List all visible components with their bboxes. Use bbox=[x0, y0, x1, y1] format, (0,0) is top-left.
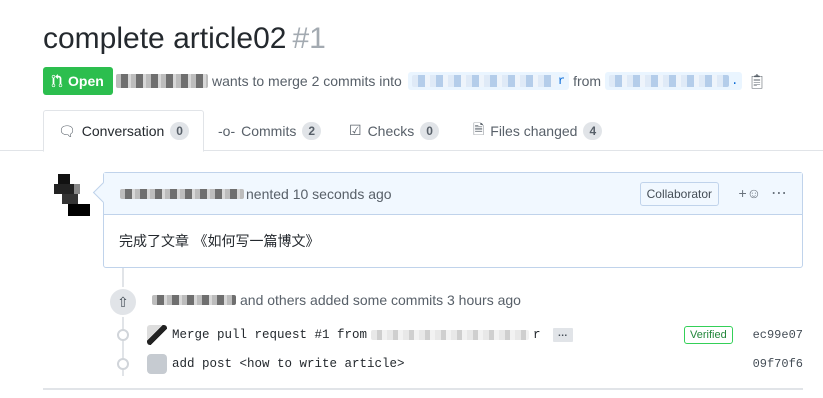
commits-added-text: and others added some commits 3 hours ag… bbox=[240, 292, 521, 308]
base-branch-ref[interactable]: r bbox=[407, 72, 570, 90]
commenter-name-redacted[interactable] bbox=[120, 188, 244, 199]
tab-commits-count: 2 bbox=[302, 121, 322, 140]
divider bbox=[43, 388, 803, 390]
pr-state-badge: Open bbox=[43, 67, 113, 95]
tab-conversation-count: 0 bbox=[170, 122, 189, 140]
github-avatar-icon[interactable] bbox=[147, 354, 167, 374]
commit-row: add post <how to write article> 09f70f6 bbox=[0, 351, 823, 377]
tab-checks-label: Checks bbox=[367, 122, 415, 139]
pr-title: complete article02 #1 bbox=[43, 22, 326, 56]
comment-discussion-icon: 🗨︎ bbox=[58, 122, 76, 139]
pr-state-label: Open bbox=[68, 73, 104, 89]
commits-added-event: and others added some commits 3 hours ag… bbox=[152, 292, 521, 308]
pr-number: #1 bbox=[292, 22, 326, 55]
commit-dot-icon bbox=[117, 358, 129, 370]
pr-merge-summary: wants to merge 2 commits into r from . 📋… bbox=[116, 68, 766, 94]
head-branch-ref[interactable]: . bbox=[605, 72, 743, 90]
tab-commits[interactable]: -o- Commits 2 bbox=[204, 110, 335, 151]
tab-files-changed[interactable]: 🗎︎ Files changed 4 bbox=[459, 110, 616, 151]
kebab-menu-icon[interactable]: ⋯ bbox=[771, 183, 788, 203]
clipboard-icon[interactable]: 📋︎ bbox=[748, 73, 766, 90]
commit-sha[interactable]: 09f70f6 bbox=[753, 357, 803, 371]
add-reaction-icon[interactable]: +☺ bbox=[739, 185, 761, 201]
commit-sha[interactable]: ec99e07 bbox=[753, 328, 803, 342]
file-diff-icon: 🗎︎ bbox=[473, 120, 485, 137]
tab-commits-label: Commits bbox=[241, 122, 297, 139]
expand-commit-button[interactable]: … bbox=[552, 328, 573, 342]
tab-conversation[interactable]: 🗨︎ Conversation 0 bbox=[43, 110, 204, 152]
avatar[interactable] bbox=[147, 325, 167, 345]
avatar[interactable] bbox=[50, 174, 90, 216]
verified-badge[interactable]: Verified bbox=[684, 326, 733, 344]
commit-source-tail: r bbox=[533, 328, 541, 342]
commit-dot-icon bbox=[117, 329, 129, 341]
base-branch-tail: r bbox=[557, 74, 566, 88]
comment-timestamp[interactable]: nented 10 seconds ago bbox=[246, 186, 392, 202]
pr-title-text: complete article02 bbox=[43, 22, 287, 55]
pr-tabs: 🗨︎ Conversation 0 -o- Commits 2 ☑ Checks… bbox=[0, 110, 823, 152]
comment-body: 完成了文章 《如何写一篇博文》 bbox=[119, 234, 320, 250]
commit-row: Merge pull request #1 from r … Verified … bbox=[0, 322, 823, 348]
tab-conversation-label: Conversation bbox=[81, 123, 165, 139]
from-word: from bbox=[573, 73, 602, 89]
tab-files-changed-label: Files changed bbox=[490, 122, 578, 139]
event-author-redacted[interactable] bbox=[152, 295, 236, 305]
collaborator-badge: Collaborator bbox=[639, 182, 719, 206]
tab-checks[interactable]: ☑ Checks 0 bbox=[335, 110, 453, 151]
checklist-icon: ☑ bbox=[349, 122, 362, 138]
merge-text: wants to merge 2 commits into bbox=[212, 73, 402, 89]
commit-source-redacted bbox=[371, 330, 530, 340]
tab-checks-count: 0 bbox=[420, 121, 439, 140]
author-name-redacted[interactable] bbox=[116, 74, 208, 88]
tab-files-changed-count: 4 bbox=[583, 121, 603, 140]
repo-push-icon: ⇧ bbox=[108, 287, 138, 317]
git-pull-request-icon bbox=[51, 74, 63, 88]
pr-description-comment: nented 10 seconds ago Collaborator +☺ ⋯ … bbox=[103, 172, 803, 268]
head-branch-tail: . bbox=[731, 74, 739, 88]
git-commit-icon: -o- bbox=[218, 122, 236, 139]
commit-message[interactable]: add post <how to write article> bbox=[172, 357, 405, 371]
commit-message[interactable]: Merge pull request #1 from bbox=[172, 328, 367, 342]
comment-header: nented 10 seconds ago Collaborator +☺ ⋯ bbox=[104, 173, 802, 215]
